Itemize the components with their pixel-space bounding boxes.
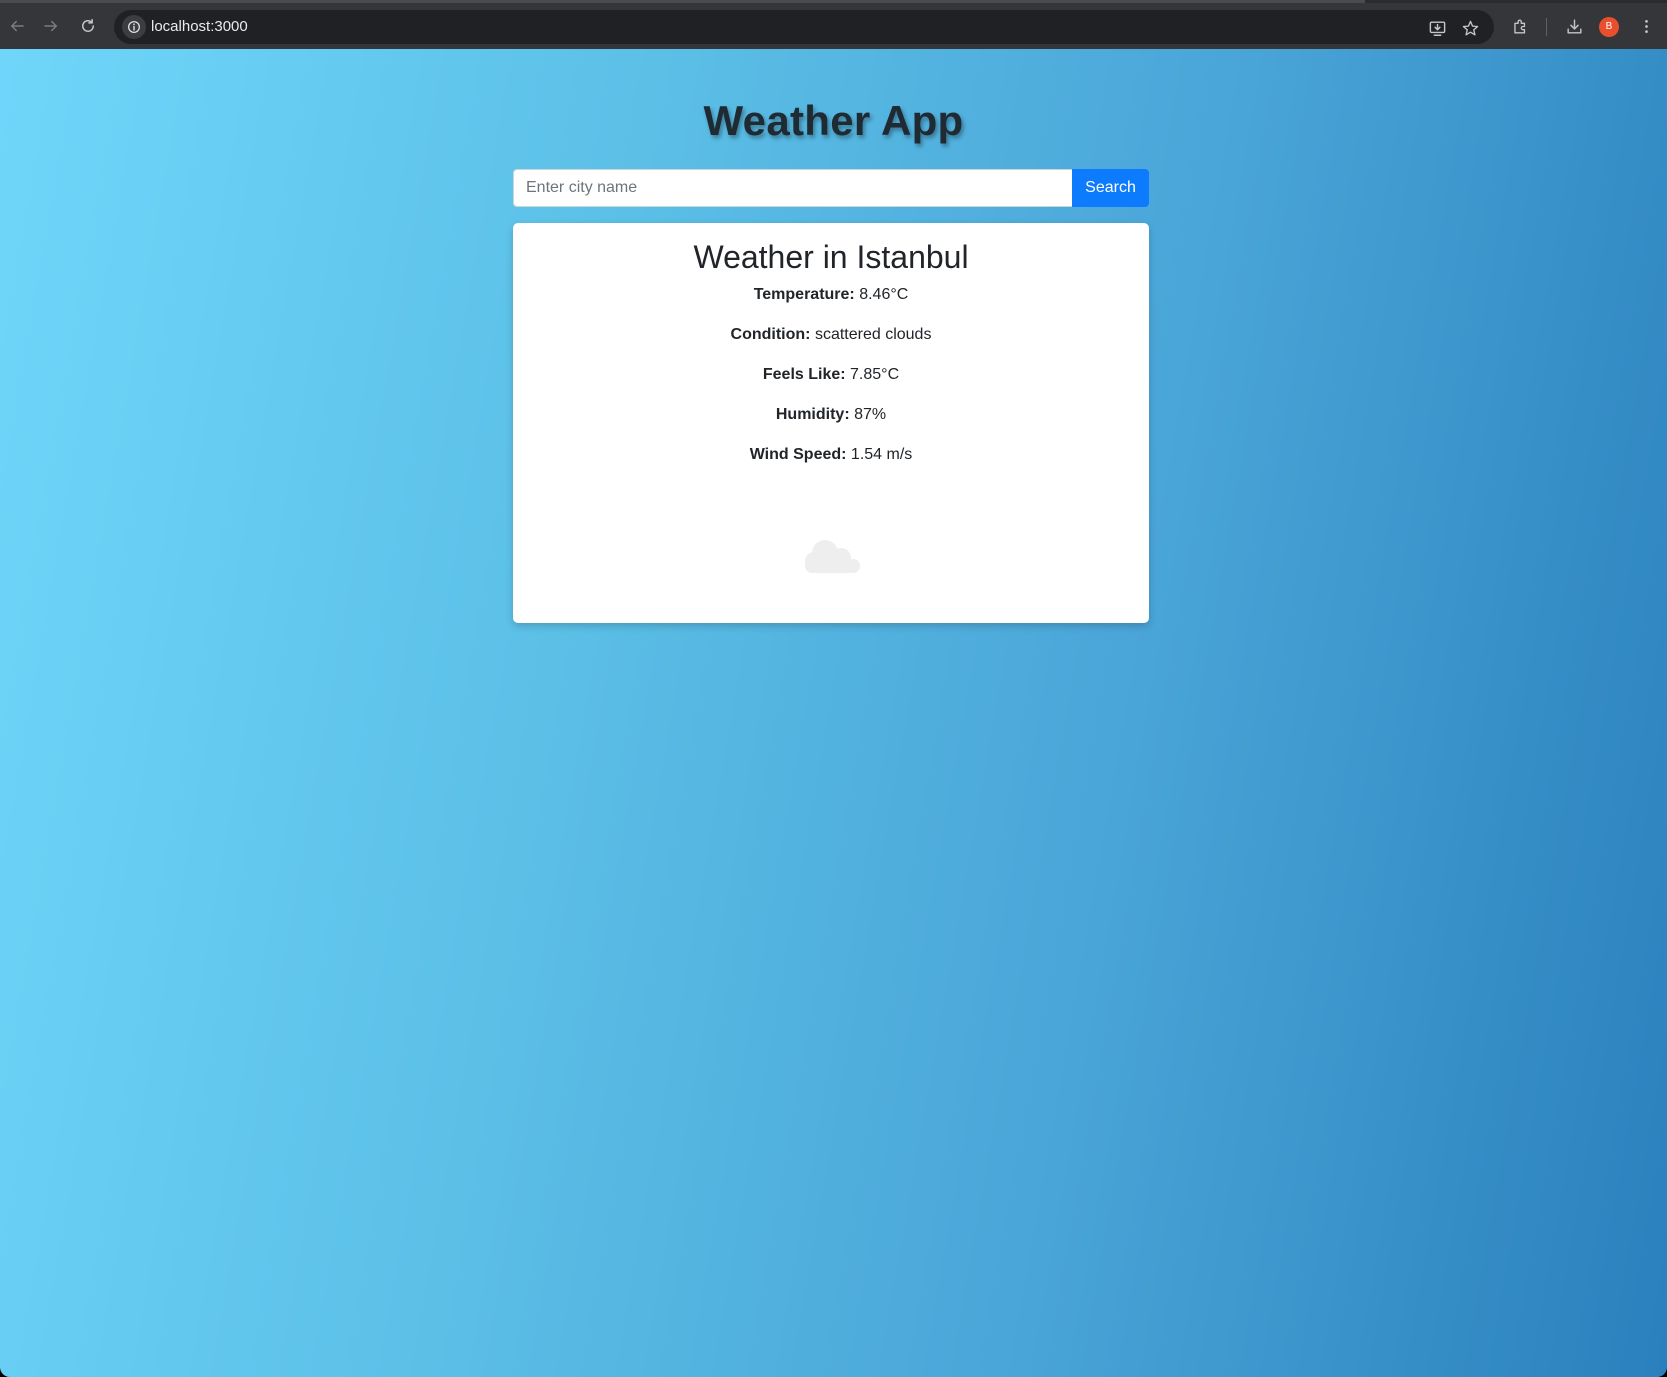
condition-value: scattered clouds bbox=[810, 326, 932, 343]
address-bar[interactable]: localhost:3000 bbox=[114, 10, 1494, 44]
browser-window: localhost:3000 B Weather App Enter city … bbox=[0, 0, 1667, 1377]
profile-avatar[interactable]: B bbox=[1599, 17, 1619, 37]
install-icon bbox=[1429, 20, 1445, 36]
temperature-label: Temperature: bbox=[753, 286, 855, 303]
toolbar-divider bbox=[1546, 18, 1547, 36]
puzzle-icon bbox=[1513, 19, 1525, 34]
condition-label: Condition: bbox=[730, 326, 811, 343]
temperature-value: 8.46°C bbox=[854, 286, 909, 303]
extensions-button[interactable] bbox=[1507, 13, 1533, 39]
tab-strip-edge bbox=[0, 0, 1365, 3]
install-app-button[interactable] bbox=[1424, 15, 1450, 41]
back-button[interactable] bbox=[2, 11, 32, 41]
download-icon bbox=[1566, 18, 1582, 34]
star-icon bbox=[1462, 20, 1478, 36]
site-info-icon[interactable] bbox=[122, 15, 146, 39]
forward-button[interactable] bbox=[36, 11, 66, 41]
reload-icon bbox=[82, 18, 94, 32]
humidity-value: 87% bbox=[849, 406, 887, 423]
wind-speed-row: Wind Speed: 1.54 m/s bbox=[513, 445, 1149, 465]
page-title: Weather App bbox=[703, 97, 964, 144]
kebab-menu-icon bbox=[1644, 19, 1648, 33]
page-viewport: Weather App Search Weather in Istanbul T… bbox=[0, 49, 1667, 1377]
search-form: Search bbox=[513, 169, 1149, 207]
arrow-right-icon bbox=[44, 20, 57, 32]
temperature-row: Temperature: 8.46°C bbox=[513, 285, 1149, 305]
arrow-left-icon bbox=[11, 20, 24, 32]
weather-card-title: Weather in Istanbul bbox=[693, 239, 969, 275]
feels-like-label: Feels Like: bbox=[762, 366, 846, 383]
bookmark-button[interactable] bbox=[1457, 15, 1483, 41]
wind-speed-label: Wind Speed: bbox=[749, 446, 847, 463]
search-button[interactable]: Search bbox=[1072, 169, 1149, 207]
feels-like-row: Feels Like: 7.85°C bbox=[513, 365, 1149, 385]
humidity-row: Humidity: 87% bbox=[513, 405, 1149, 425]
cloud-icon bbox=[805, 540, 860, 573]
feels-like-value: 7.85°C bbox=[845, 366, 900, 383]
humidity-label: Humidity: bbox=[775, 406, 850, 423]
url-text[interactable]: localhost:3000 bbox=[151, 10, 248, 44]
condition-row: Condition: scattered clouds bbox=[513, 325, 1149, 345]
chrome-menu-button[interactable] bbox=[1633, 13, 1659, 39]
weather-card: Weather in Istanbul Temperature: 8.46°C … bbox=[513, 223, 1149, 623]
browser-toolbar: localhost:3000 B bbox=[0, 0, 1667, 49]
downloads-button[interactable] bbox=[1561, 13, 1587, 39]
reload-button[interactable] bbox=[73, 11, 103, 41]
wind-speed-value: 1.54 m/s bbox=[846, 446, 913, 463]
city-search-input[interactable] bbox=[513, 169, 1072, 207]
